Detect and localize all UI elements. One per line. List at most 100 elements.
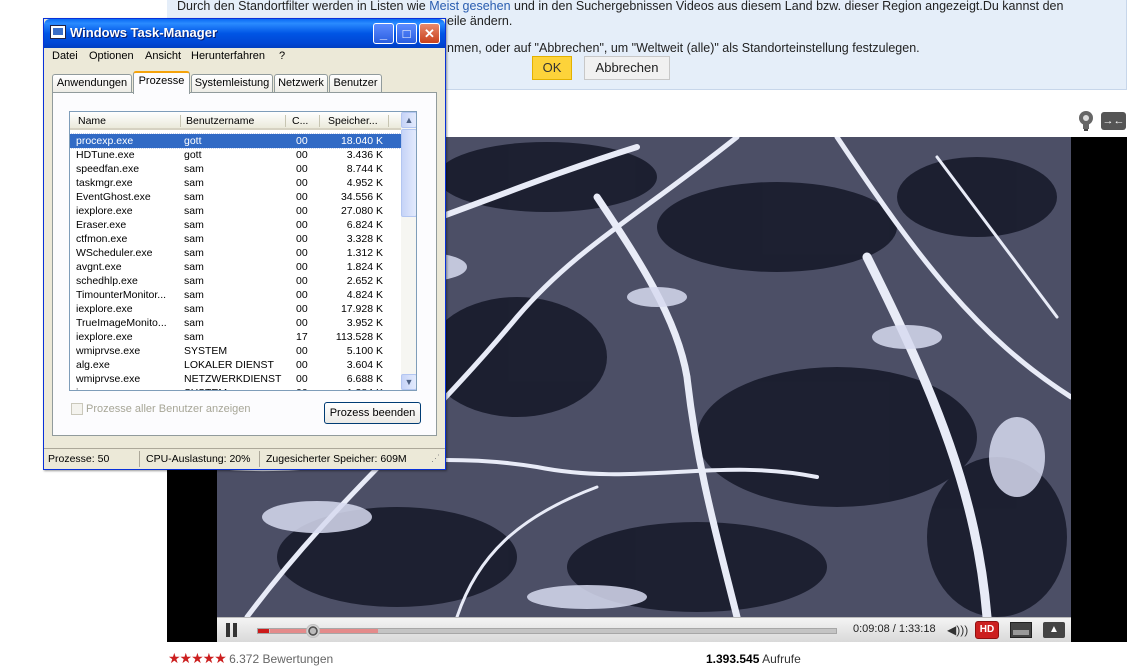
process-rows: procexp.exe gott 00 18.040 K HDTune.exe gott 0… bbox=[70, 133, 402, 390]
table-row[interactable]: procexp.exe gott 00 18.040 K bbox=[70, 133, 402, 149]
process-cpu: 00 bbox=[296, 233, 308, 245]
process-cpu: 00 bbox=[296, 191, 308, 203]
table-row[interactable]: avgnt.exe sam 00 1.824 K bbox=[70, 260, 401, 274]
process-user: sam bbox=[184, 191, 204, 203]
process-memory: 3.436 K bbox=[346, 149, 383, 161]
current-time: 0:09:08 bbox=[853, 623, 890, 635]
show-all-users-checkbox[interactable]: Prozesse aller Benutzer anzeigen bbox=[71, 403, 250, 416]
process-name: iexplore.exe bbox=[76, 303, 133, 315]
scroll-down-icon[interactable]: ▼ bbox=[401, 374, 416, 390]
scroll-thumb[interactable] bbox=[401, 129, 416, 217]
checkbox-box[interactable] bbox=[71, 403, 83, 416]
menu-optionen[interactable]: Optionen bbox=[89, 50, 134, 62]
window-title: Windows Task-Manager bbox=[70, 25, 217, 40]
ratings: ★★★★★ 6.372 Bewertungen bbox=[168, 650, 333, 667]
process-user: SYSTEM bbox=[184, 345, 228, 357]
process-memory: 34.556 K bbox=[340, 191, 383, 203]
list-header: Name Benutzername C... Speicher... bbox=[70, 112, 401, 130]
process-memory: 6.688 K bbox=[346, 373, 383, 385]
table-row[interactable]: TimounterMonitor... sam 00 4.824 K bbox=[70, 288, 401, 302]
maximize-button[interactable]: □ bbox=[396, 23, 417, 44]
menu-bar: Datei Optionen Ansicht Herunterfahren ? bbox=[44, 48, 445, 66]
process-memory: 1.312 K bbox=[346, 247, 383, 259]
process-memory: 17.928 K bbox=[340, 303, 383, 315]
process-user: sam bbox=[184, 177, 204, 189]
lightbulb-icon[interactable] bbox=[1077, 110, 1095, 132]
process-user: sam bbox=[184, 163, 204, 175]
process-name: iexplore.exe bbox=[76, 331, 133, 343]
table-row[interactable]: schedhlp.exe sam 00 2.652 K bbox=[70, 274, 401, 288]
table-row[interactable]: Eraser.exe sam 00 6.824 K bbox=[70, 218, 401, 232]
volume-icon[interactable]: ◀))) bbox=[947, 623, 968, 637]
process-user: sam bbox=[184, 261, 204, 273]
end-process-button[interactable]: Prozess beenden bbox=[324, 402, 421, 424]
cancel-button[interactable]: Abbrechen bbox=[584, 56, 670, 80]
tab-netzwerk[interactable]: Netzwerk bbox=[274, 74, 328, 93]
process-user: sam bbox=[184, 289, 204, 301]
menu-ansicht[interactable]: Ansicht bbox=[145, 50, 181, 62]
table-row[interactable]: WScheduler.exe sam 00 1.312 K bbox=[70, 246, 401, 260]
process-cpu: 00 bbox=[296, 247, 308, 259]
expand-icon[interactable]: →← bbox=[1101, 112, 1126, 130]
process-name: iexplore.exe bbox=[76, 205, 133, 217]
table-row[interactable]: iexplore.exe sam 00 17.928 K bbox=[70, 302, 401, 316]
meist-gesehen-link[interactable]: Meist gesehen bbox=[429, 0, 510, 13]
resize-grip-icon[interactable]: ⋰ bbox=[431, 453, 440, 464]
table-row[interactable]: ios.exe SYSTEM 00 1.384 K bbox=[70, 386, 401, 390]
scroll-up-icon[interactable]: ▲ bbox=[401, 112, 416, 128]
process-memory: 4.952 K bbox=[346, 177, 383, 189]
menu-help[interactable]: ? bbox=[279, 50, 285, 62]
table-row[interactable]: iexplore.exe sam 00 27.080 K bbox=[70, 204, 401, 218]
table-row[interactable]: EventGhost.exe sam 00 34.556 K bbox=[70, 190, 401, 204]
process-cpu: 00 bbox=[296, 163, 308, 175]
table-row[interactable]: speedfan.exe sam 00 8.744 K bbox=[70, 162, 401, 176]
process-memory: 6.824 K bbox=[346, 219, 383, 231]
table-row[interactable]: HDTune.exe gott 00 3.436 K bbox=[70, 148, 401, 162]
table-row[interactable]: wmiprvse.exe NETZWERKDIENST 00 6.688 K bbox=[70, 372, 401, 386]
tab-benutzer[interactable]: Benutzer bbox=[329, 74, 382, 93]
scrollbar[interactable]: ▲ ▼ bbox=[401, 112, 416, 390]
process-user: sam bbox=[184, 331, 204, 343]
process-name: WScheduler.exe bbox=[76, 247, 153, 259]
process-cpu: 00 bbox=[296, 345, 308, 357]
process-cpu: 00 bbox=[296, 177, 308, 189]
process-cpu: 00 bbox=[296, 219, 308, 231]
tab-anwendungen[interactable]: Anwendungen bbox=[52, 74, 132, 93]
menu-datei[interactable]: Datei bbox=[52, 50, 78, 62]
table-row[interactable]: iexplore.exe sam 17 113.528 K bbox=[70, 330, 401, 344]
column-memory[interactable]: Speicher... bbox=[328, 115, 378, 127]
fullscreen-icon[interactable]: ▲ bbox=[1043, 622, 1065, 638]
task-manager-window: Windows Task-Manager _ □ ✕ Datei Optione… bbox=[43, 18, 446, 470]
progress-bar[interactable] bbox=[257, 624, 837, 638]
process-memory: 1.384 K bbox=[324, 387, 383, 390]
tab-systemleistung[interactable]: Systemleistung bbox=[191, 74, 273, 93]
table-row[interactable]: wmiprvse.exe SYSTEM 00 5.100 K bbox=[70, 344, 401, 358]
column-user[interactable]: Benutzername bbox=[186, 115, 254, 127]
pause-icon[interactable] bbox=[225, 623, 239, 637]
minimize-button[interactable]: _ bbox=[373, 23, 394, 44]
tab-prozesse[interactable]: Prozesse bbox=[133, 71, 190, 94]
close-button[interactable]: ✕ bbox=[419, 23, 440, 44]
process-name: alg.exe bbox=[76, 359, 110, 371]
process-user: NETZWERKDIENST bbox=[184, 373, 282, 385]
widescreen-icon[interactable] bbox=[1010, 622, 1032, 638]
table-row[interactable]: taskmgr.exe sam 00 4.952 K bbox=[70, 176, 401, 190]
table-row[interactable]: alg.exe LOKALER DIENST 00 3.604 K bbox=[70, 358, 401, 372]
table-row[interactable]: TrueImageMonito... sam 00 3.952 K bbox=[70, 316, 401, 330]
column-name[interactable]: Name bbox=[78, 115, 106, 127]
progress-knob[interactable] bbox=[306, 624, 320, 638]
process-name: procexp.exe bbox=[76, 135, 134, 147]
status-commit: Zugesicherter Speicher: 609M bbox=[266, 453, 407, 465]
menu-herunterfahren[interactable]: Herunterfahren bbox=[191, 50, 265, 62]
progress-played bbox=[258, 629, 269, 633]
ok-button[interactable]: OK bbox=[532, 56, 572, 80]
hd-button[interactable]: HD bbox=[975, 621, 999, 639]
rating-stars-icon[interactable]: ★★★★★ bbox=[168, 650, 227, 666]
process-cpu: 00 bbox=[296, 289, 308, 301]
process-memory: 3.604 K bbox=[346, 359, 383, 371]
column-cpu[interactable]: C... bbox=[292, 115, 308, 127]
process-cpu: 00 bbox=[296, 261, 308, 273]
process-cpu: 00 bbox=[296, 149, 308, 161]
title-bar[interactable]: Windows Task-Manager _ □ ✕ bbox=[44, 19, 445, 48]
table-row[interactable]: ctfmon.exe sam 00 3.328 K bbox=[70, 232, 401, 246]
